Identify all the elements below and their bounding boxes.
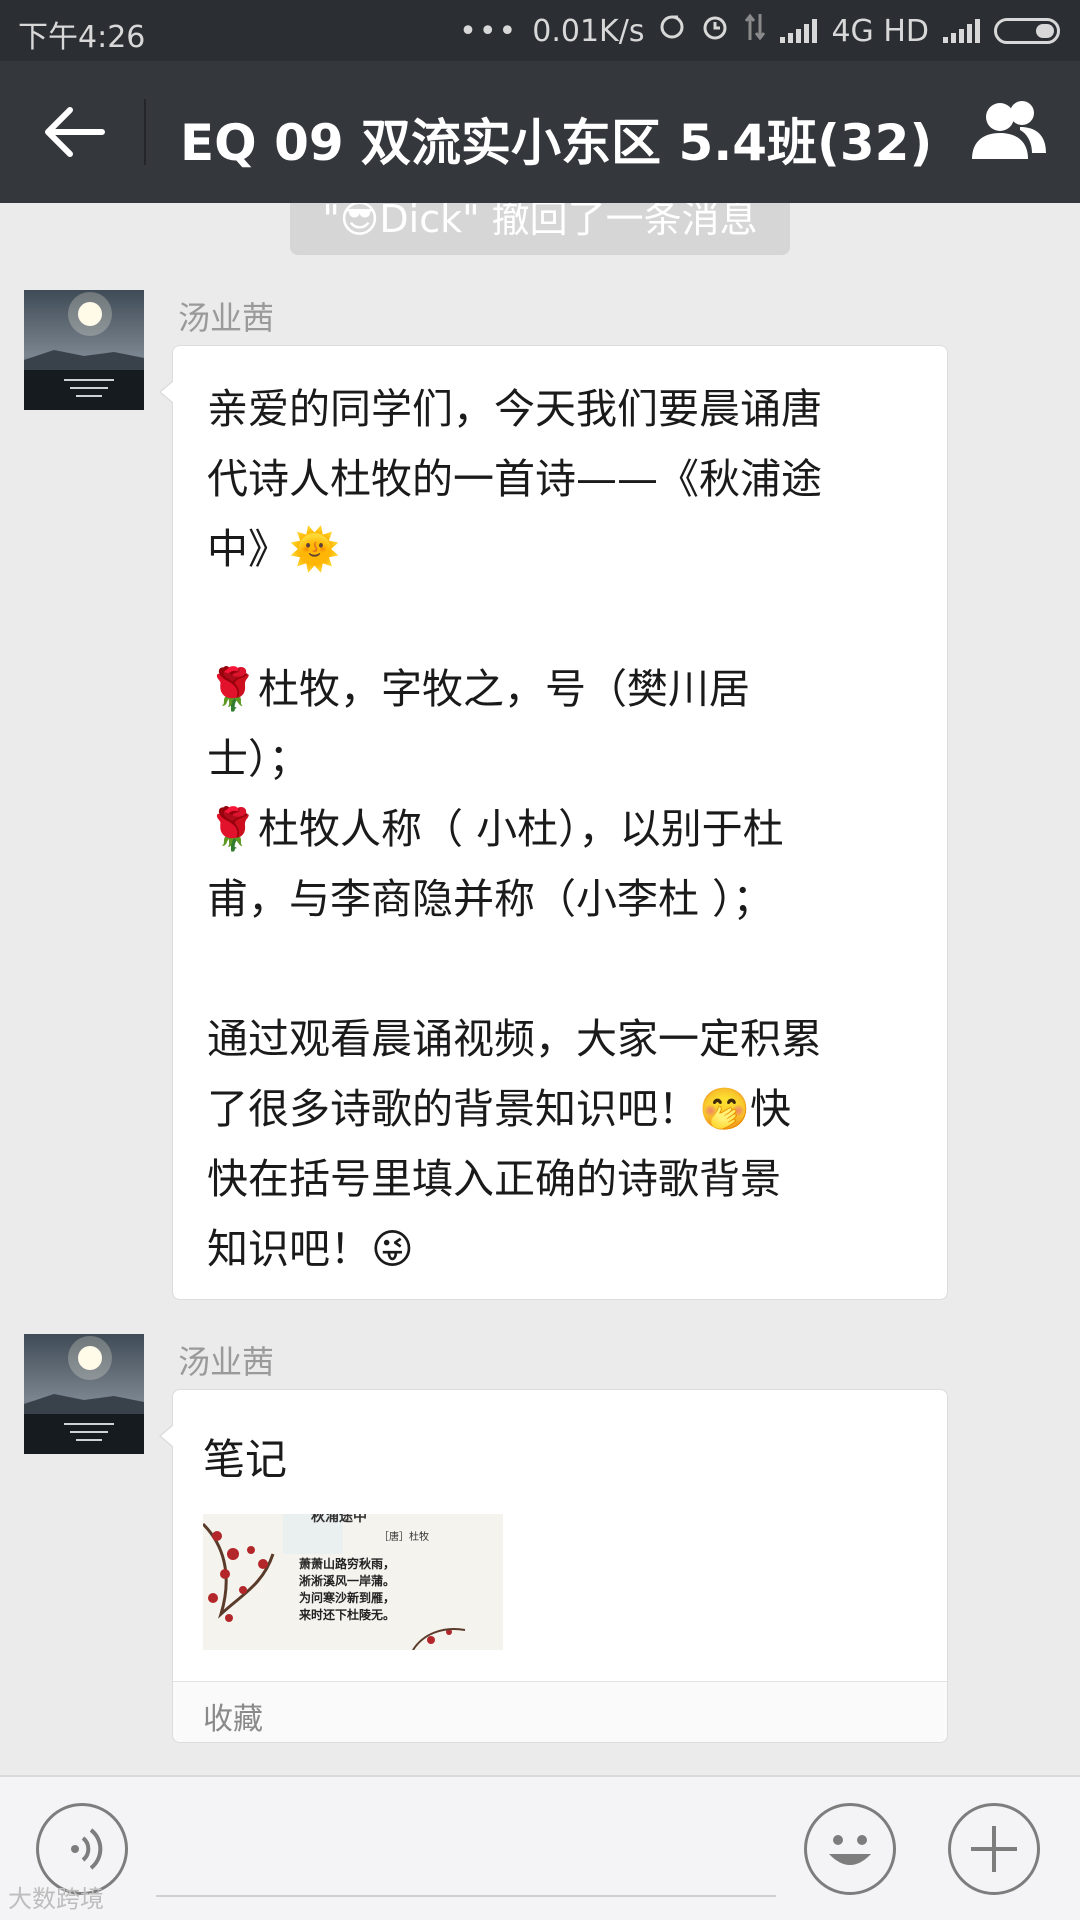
poem-line: 萧萧山路穷秋雨，	[299, 1557, 396, 1571]
note-card[interactable]: 笔记 秋浦途中 ［唐］杜牧 萧萧山路穷秋雨， 淅淅溪风一岸蒲。 为问寒沙新到雁，	[159, 1389, 948, 1743]
note-image-poem: 萧萧山路穷秋雨， 淅淅溪风一岸蒲。 为问寒沙新到雁， 来时还下杜陵无。	[299, 1556, 395, 1624]
recall-notice: "😎Dick" 撤回了一条消息	[290, 203, 790, 255]
network-speed: 0.01K/s	[532, 13, 645, 49]
chat-area[interactable]: "😎Dick" 撤回了一条消息 汤业茜 亲爱的同学们，今天我们要晨诵唐 代诗人杜…	[0, 203, 1080, 1775]
watermark: 大数跨境	[8, 1885, 104, 1913]
signal-icon	[780, 19, 818, 43]
chat-header: EQ 09 双流实小东区 5.4班(32)	[0, 61, 1080, 203]
group-members-icon[interactable]	[964, 97, 1050, 163]
alarm-icon	[700, 12, 730, 50]
note-image-heading: 秋浦途中	[311, 1514, 367, 1525]
back-arrow-icon[interactable]	[40, 99, 110, 165]
chat-title: EQ 09 双流实小东区 5.4班(32)	[180, 114, 933, 172]
note-footer: 收藏	[173, 1681, 947, 1742]
poem-line: 为问寒沙新到雁，	[299, 1591, 396, 1605]
note-source-label: 收藏	[203, 1702, 263, 1737]
dots-icon: •••	[459, 13, 519, 49]
message-line: 通过观看晨诵视频，大家一定积累	[207, 1015, 822, 1063]
note-thumbnail[interactable]: 秋浦途中 ［唐］杜牧 萧萧山路穷秋雨， 淅淅溪风一岸蒲。 为问寒沙新到雁， 来时…	[203, 1514, 503, 1650]
sender-name: 汤业茜	[178, 299, 275, 337]
message-line: 🌹杜牧，字牧之，号（樊川居	[207, 665, 751, 713]
message-text: 亲爱的同学们，今天我们要晨诵唐 代诗人杜牧的一首诗——《秋浦途 中》🌞 🌹杜牧，…	[173, 346, 947, 1302]
message-line: 士）；	[207, 735, 310, 783]
status-bar: 下午4:26 ••• 0.01K/s 4G HD	[0, 0, 1080, 61]
note-image-author: ［唐］杜牧	[379, 1532, 429, 1543]
avatar[interactable]	[24, 290, 144, 410]
message-line: 甫，与李商隐并称（小李杜 ）；	[207, 875, 774, 923]
sync-icon	[658, 13, 686, 49]
message-line	[207, 584, 917, 654]
message-line: 了很多诗歌的背景知识吧！🤭快	[207, 1085, 792, 1133]
message-bubble[interactable]: 亲爱的同学们，今天我们要晨诵唐 代诗人杜牧的一首诗——《秋浦途 中》🌞 🌹杜牧，…	[159, 345, 948, 1302]
network-type: 4G HD	[831, 13, 929, 49]
sender-name: 汤业茜	[178, 1343, 275, 1381]
status-icons: ••• 0.01K/s 4G HD	[459, 12, 1060, 50]
emoji-icon[interactable]	[804, 1803, 896, 1895]
message-line: 快在括号里填入正确的诗歌背景	[207, 1155, 781, 1203]
note-title: 笔记	[203, 1435, 288, 1484]
poem-line: 来时还下杜陵无。	[299, 1608, 396, 1622]
message-input[interactable]	[156, 1895, 776, 1897]
avatar[interactable]	[24, 1334, 144, 1454]
header-divider	[144, 99, 146, 165]
message-line: 中》🌞	[207, 525, 341, 573]
plus-icon[interactable]	[948, 1803, 1040, 1895]
message-line: 知识吧！😜	[207, 1225, 414, 1273]
battery-icon	[994, 18, 1060, 44]
message-line	[207, 934, 917, 1004]
message-line: 🌹杜牧人称（ 小杜），以别于杜	[207, 805, 784, 853]
data-arrows-icon	[744, 12, 766, 50]
signal-icon	[943, 19, 980, 43]
message-line: 亲爱的同学们，今天我们要晨诵唐	[207, 385, 822, 433]
message-line: 代诗人杜牧的一首诗——《秋浦途	[207, 455, 822, 503]
input-bar: 大数跨境	[0, 1775, 1080, 1920]
status-time: 下午4:26	[18, 20, 146, 55]
poem-line: 淅淅溪风一岸蒲。	[299, 1574, 396, 1588]
